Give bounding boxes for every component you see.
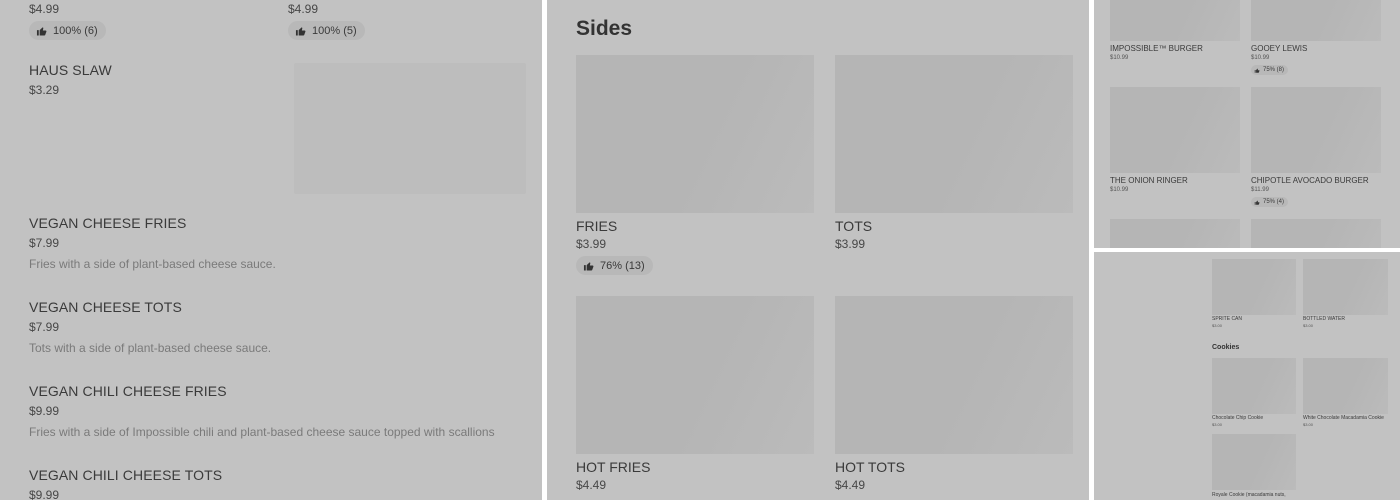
thumbs-up-icon [1254, 68, 1260, 73]
item-name: Chocolate Chip Cookie [1212, 415, 1264, 421]
item-name: HOT TOTS [835, 459, 906, 475]
item-price: $3.00 [1212, 422, 1223, 427]
item-description: Fries with a side of plant-based cheese … [29, 257, 276, 271]
item-image-placeholder [1303, 358, 1388, 414]
item-price: $7.99 [29, 320, 60, 334]
item-image-placeholder [1212, 434, 1296, 490]
item-image-placeholder [294, 63, 526, 194]
item-price: $9.99 [29, 404, 60, 418]
item-name: Royale Cookie (macadamia nuts, [1212, 492, 1286, 498]
item-description: Tots with a side of plant-based cheese s… [29, 341, 272, 355]
section-title: Cookies [1212, 344, 1240, 351]
section-title: Sides [576, 17, 633, 40]
menu-panel-vegan-items: $4.99 $4.99 100% (6) 100% (5) HAUS SLAW … [0, 0, 542, 500]
item-name: TOTS [835, 218, 873, 234]
item-name: THE ONION RINGER [1110, 176, 1188, 185]
item-description: Fries with a side of Impossible chili an… [29, 425, 495, 439]
thumbs-up-icon [36, 26, 47, 36]
item-name: VEGAN CHEESE FRIES [29, 215, 187, 231]
item-name: BOTTLED WATER [1303, 316, 1345, 322]
thumbs-up-icon [583, 261, 594, 271]
rating-text: 100% (6) [53, 24, 98, 37]
item-image-placeholder [1303, 259, 1388, 315]
item-price: $4.49 [835, 478, 866, 492]
item-price: $3.00 [1303, 422, 1314, 427]
rating-badge: 76% (13) [576, 256, 653, 275]
item-image-placeholder [576, 55, 814, 213]
item-image-placeholder [1212, 358, 1296, 414]
rating-badge: 100% (5) [288, 21, 365, 40]
item-image-placeholder [1251, 219, 1381, 248]
item-name: VEGAN CHILI CHEESE TOTS [29, 467, 223, 483]
item-image-placeholder [1110, 219, 1240, 248]
rating-badge: 75% (4) [1251, 197, 1289, 207]
item-name: CHIPOTLE AVOCADO BURGER [1251, 176, 1369, 185]
item-image-placeholder [1212, 259, 1296, 315]
item-price: $4.99 [288, 2, 319, 16]
item-price: $4.49 [576, 478, 607, 492]
item-price: $3.29 [29, 83, 60, 97]
item-name: SPRITE CAN [1212, 316, 1243, 322]
rating-text: 100% (5) [312, 24, 357, 37]
item-price: $3.99 [835, 237, 866, 251]
item-price: $10.99 [1110, 187, 1129, 193]
item-price: $10.99 [1251, 55, 1270, 61]
item-name: GOOEY LEWIS [1251, 44, 1308, 53]
item-image-placeholder [835, 55, 1073, 213]
item-name: HOT FRIES [576, 459, 651, 475]
item-price: $7.99 [29, 236, 60, 250]
item-name: IMPOSSIBLE™ BURGER [1110, 44, 1203, 53]
item-price: $3.00 [1303, 323, 1314, 328]
item-image-placeholder [576, 296, 814, 454]
item-name: HAUS SLAW [29, 62, 112, 78]
item-image-placeholder [1110, 0, 1240, 41]
thumbs-up-icon [295, 26, 306, 36]
item-image-placeholder [1251, 0, 1381, 41]
rating-badge: 75% (8) [1251, 65, 1289, 75]
item-image-placeholder [1251, 87, 1381, 173]
rating-text: 76% (13) [600, 259, 645, 272]
thumbs-up-icon [1254, 200, 1260, 205]
item-image-placeholder [835, 296, 1073, 454]
item-name: VEGAN CHILI CHEESE FRIES [29, 383, 227, 399]
menu-panel-burgers: IMPOSSIBLE™ BURGER $10.99 GOOEY LEWIS $1… [1094, 0, 1400, 248]
item-price: $10.99 [1110, 55, 1129, 61]
item-image-placeholder [1110, 87, 1240, 173]
menu-panel-drinks-cookies: SPRITE CAN $3.00 BOTTLED WATER $3.00 Coo… [1094, 252, 1400, 500]
rating-badge: 100% (6) [29, 21, 106, 40]
menu-panel-sides: Sides FRIES $3.99 76% (13) TOTS $3.99 HO… [547, 0, 1089, 500]
item-price: $3.00 [1212, 323, 1223, 328]
item-name: VEGAN CHEESE TOTS [29, 299, 182, 315]
rating-text: 75% (4) [1263, 199, 1285, 205]
item-price: $4.99 [29, 2, 60, 16]
item-price: $9.99 [29, 488, 60, 500]
item-price: $3.99 [576, 237, 607, 251]
item-name: White Chocolate Macadamia Cookie [1303, 415, 1384, 421]
item-price: $11.99 [1251, 187, 1269, 193]
rating-text: 75% (8) [1263, 67, 1285, 73]
item-name: FRIES [576, 218, 618, 234]
